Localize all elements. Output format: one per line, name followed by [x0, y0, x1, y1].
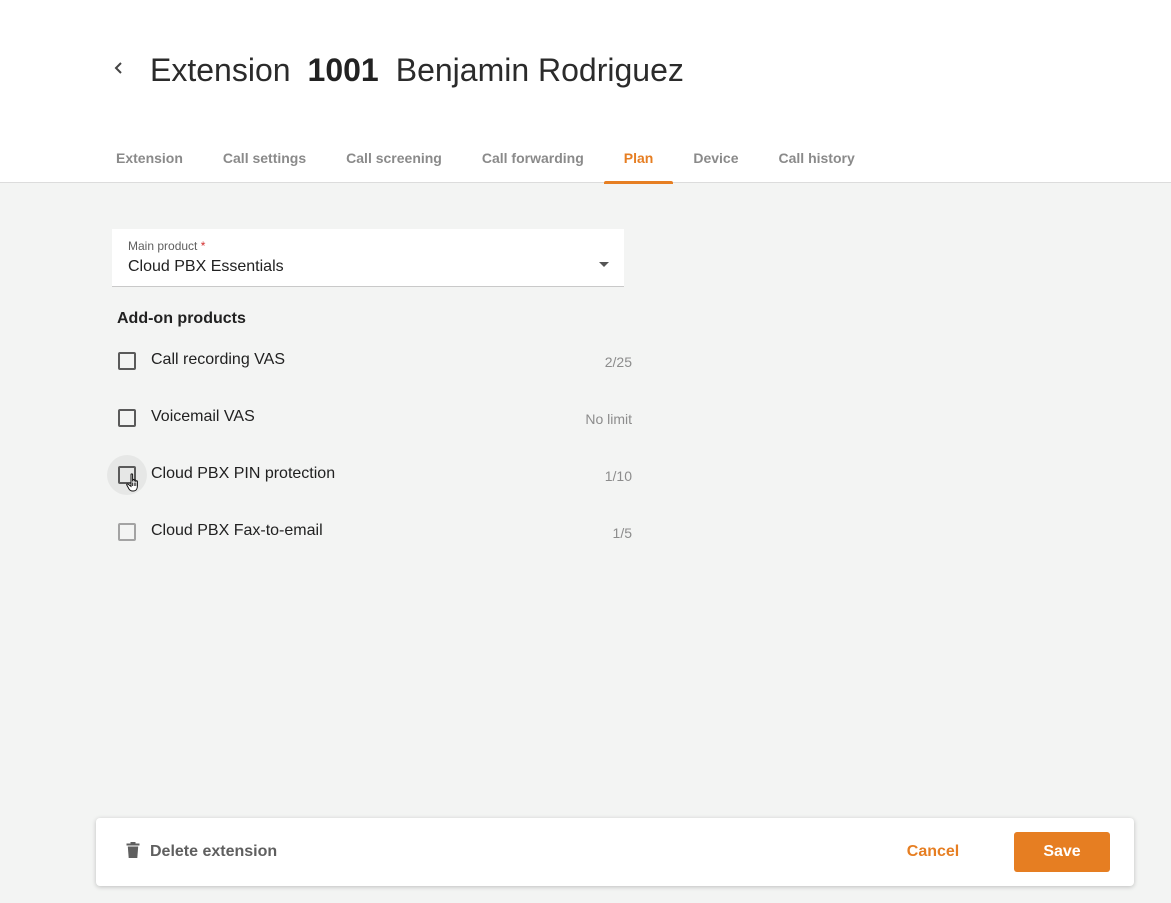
cancel-button[interactable]: Cancel — [894, 832, 972, 872]
addon-name: Voicemail VAS — [151, 408, 255, 425]
addon-quantity: 2/25 — [604, 354, 632, 370]
back-button[interactable] — [104, 55, 134, 85]
action-footer: Delete extension Cancel Save — [96, 818, 1134, 886]
title-prefix: Extension — [150, 51, 291, 88]
page-header: Extension 1001 Benjamin Rodriguez Extens… — [0, 0, 1171, 184]
required-marker: * — [200, 239, 206, 253]
tab-plan[interactable]: Plan — [603, 136, 674, 184]
save-button[interactable]: Save — [1014, 832, 1110, 872]
addon-name: Cloud PBX PIN protection — [151, 465, 336, 482]
addon-quantity: 1/5 — [612, 525, 632, 541]
delete-extension-button[interactable]: Delete extension — [126, 838, 277, 866]
trash-icon — [126, 841, 140, 863]
delete-extension-label: Delete extension — [150, 843, 278, 860]
extension-number: 1001 — [307, 51, 379, 88]
addon-quantity: No limit — [585, 411, 632, 427]
addon-quantity: 1/10 — [604, 468, 632, 484]
tab-call-history[interactable]: Call history — [759, 136, 875, 183]
addon-item: Voicemail VAS No limit — [112, 398, 634, 438]
addon-name: Cloud PBX Fax-to-email — [151, 522, 323, 539]
tab-extension[interactable]: Extension — [96, 136, 203, 183]
addon-checkbox-fax-to-email[interactable] — [118, 523, 136, 541]
tab-bar: Extension Call settings Call screening C… — [96, 136, 875, 184]
hand-pointer-icon — [126, 473, 142, 498]
tab-device[interactable]: Device — [673, 136, 758, 183]
tab-call-settings[interactable]: Call settings — [203, 136, 326, 183]
addon-item: Cloud PBX PIN protection 1/10 — [107, 455, 634, 498]
addon-item: Call recording VAS 2/25 — [112, 341, 634, 381]
main-product-value: Cloud PBX Essentials — [128, 258, 284, 275]
chevron-left-icon — [112, 61, 126, 80]
user-name: Benjamin Rodriguez — [395, 51, 684, 88]
page-title: Extension 1001 Benjamin Rodriguez — [150, 48, 684, 92]
dropdown-caret-icon — [599, 255, 609, 273]
tab-call-screening[interactable]: Call screening — [326, 136, 462, 183]
addon-section-title: Add-on products — [117, 310, 246, 327]
main-product-label: Main product * — [128, 239, 206, 253]
addon-checkbox-call-recording[interactable] — [118, 352, 136, 370]
addon-item: Cloud PBX Fax-to-email 1/5 — [112, 512, 634, 552]
addon-name: Call recording VAS — [151, 351, 285, 368]
tab-call-forwarding[interactable]: Call forwarding — [462, 136, 604, 183]
addon-checkbox-voicemail[interactable] — [118, 409, 136, 427]
main-product-select[interactable]: Main product * Cloud PBX Essentials — [112, 229, 624, 287]
